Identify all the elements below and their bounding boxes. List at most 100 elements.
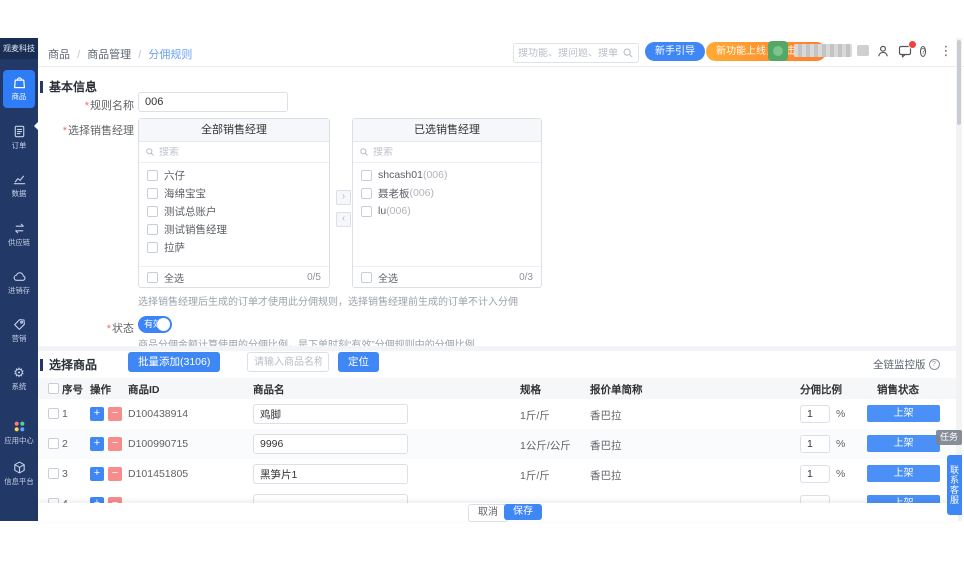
transfer-to-left-button[interactable]: ‹ [336,212,351,227]
row-add-button[interactable]: + [90,437,104,451]
selected-manager[interactable]: 聂老板 (006) [353,184,541,202]
global-search-input[interactable] [514,47,622,59]
selected-manager[interactable]: lu (006) [353,202,541,220]
header-checkbox[interactable] [48,383,59,394]
contact-person-icon[interactable] [876,44,892,60]
manager-option[interactable]: 拉萨 [139,238,329,256]
product-name-search-input[interactable] [247,352,329,372]
rule-name-input[interactable] [138,92,288,112]
required-mark: * [106,323,111,335]
status-toggle[interactable]: 有效 [138,316,172,333]
shopping-bag-icon [3,75,35,91]
option-checkbox[interactable] [147,205,158,217]
select-all-checkbox[interactable] [361,271,372,283]
save-button[interactable]: 保存 [504,504,542,520]
notification-badge [908,40,917,49]
sidebar-item-supply-chain[interactable]: 供应链 [3,216,35,254]
selected-manager[interactable]: shcash01 (006) [353,166,541,184]
transfer-left-search-input[interactable] [155,146,323,158]
search-icon [622,47,634,59]
breadcrumb-goods-management[interactable]: 商品管理 [87,49,131,61]
toggle-knob [157,318,170,331]
sidebar-item-data[interactable]: 数据 [3,167,35,205]
manager-option[interactable]: 测试销售经理 [139,220,329,238]
cancel-button[interactable]: 取消 [468,504,508,522]
message-icon[interactable] [898,40,917,60]
row-product-name-input[interactable] [253,404,408,424]
manager-option[interactable]: 海绵宝宝 [139,184,329,202]
col-seq: 序号 [62,384,83,396]
select-all-label[interactable]: 全选 [378,270,398,285]
row-remove-button[interactable]: − [108,437,122,451]
row-product-name-input[interactable] [253,434,408,454]
scrollbar-thumb[interactable] [957,40,961,125]
sidebar-item-label: 订单 [11,141,27,150]
table-row: 2 + − D100990715 1公斤/公斤 香巴拉 % 上架 [38,429,958,460]
transfer-right-footer: 全选 0/3 [353,266,541,287]
transfer-right-title: 已选销售经理 [353,119,541,142]
option-checkbox[interactable] [147,223,158,235]
col-product-id: 商品ID [128,384,160,396]
option-checkbox[interactable] [361,169,372,181]
section-title-text: 基本信息 [49,80,98,94]
percent-sign: % [836,468,846,480]
task-floating-tag[interactable]: 任务 [936,430,962,445]
option-checkbox[interactable] [361,187,372,199]
row-product-name-input[interactable] [253,464,408,484]
more-menu-icon[interactable]: ⋮ [938,44,954,60]
row-seq: 1 [62,408,68,420]
transfer-left-panel: 全部销售经理 六仔 海绵宝宝 测试总账户 测试销售经理 拉萨 全选 0/5 [138,118,330,288]
select-all-label[interactable]: 全选 [164,270,184,285]
select-all-checkbox[interactable] [147,271,158,283]
breadcrumb-goods[interactable]: 商品 [48,49,70,61]
col-quote-name: 报价单简称 [590,384,643,396]
row-checkbox[interactable] [48,438,59,449]
on-shelf-button[interactable]: 上架 [867,405,940,422]
transfer-to-right-button[interactable]: › [336,190,351,205]
option-checkbox[interactable] [147,241,158,253]
option-checkbox[interactable] [147,187,158,199]
on-shelf-button[interactable]: 上架 [867,435,940,452]
row-checkbox[interactable] [48,408,59,419]
help-icon[interactable]: ? [920,45,936,61]
brand-logo: 观麦科技 [0,38,38,59]
sidebar: 观麦科技 商品 订单 数据 供应链 进销存 营销 ⚙ 系统 应用中心 信息平台 [0,38,38,521]
batch-add-button[interactable]: 批量添加(3106) [128,352,221,372]
row-ratio-input[interactable] [800,405,830,423]
transfer-right-panel: 已选销售经理 shcash01(006) 聂老板(006) lu(006) 全选… [352,118,542,288]
customer-service-tab[interactable]: 联系客服 [947,455,962,515]
option-checkbox[interactable] [361,205,372,217]
on-shelf-button[interactable]: 上架 [867,465,940,482]
row-add-button[interactable]: + [90,407,104,421]
sidebar-item-app-center[interactable]: 应用中心 [3,414,35,452]
avatar[interactable] [768,41,788,61]
option-checkbox[interactable] [147,169,158,181]
required-mark: * [84,100,89,112]
sidebar-item-inventory[interactable]: 进销存 [3,264,35,302]
sidebar-item-goods[interactable]: 商品 [3,70,35,108]
manager-option[interactable]: 六仔 [139,166,329,184]
row-checkbox[interactable] [48,468,59,479]
organization-icon [857,45,869,56]
row-ratio-input[interactable] [800,435,830,453]
sidebar-item-marketing[interactable]: 营销 [3,312,35,350]
row-product-id: D100438914 [128,408,189,420]
username-redacted[interactable] [794,44,852,57]
row-remove-button[interactable]: − [108,407,122,421]
manager-option[interactable]: 测试总账户 [139,202,329,220]
row-spec: 1公斤/公斤 [520,440,571,452]
breadcrumb-separator: / [138,49,142,61]
transfer-right-search-input[interactable] [369,146,535,158]
monitor-version-link[interactable]: 全链监控版 ? [873,357,940,372]
section-bar [40,358,43,371]
col-product-name: 商品名 [253,384,285,396]
row-add-button[interactable]: + [90,467,104,481]
row-remove-button[interactable]: − [108,467,122,481]
row-quote-name: 香巴拉 [590,470,622,482]
sidebar-item-system[interactable]: ⚙ 系统 [3,360,35,398]
beginner-guide-button[interactable]: 新手引导 [645,42,705,61]
locate-button[interactable]: 定位 [338,352,379,372]
row-ratio-input[interactable] [800,465,830,483]
sidebar-item-info-platform[interactable]: 信息平台 [3,455,35,493]
row-seq: 3 [62,468,68,480]
